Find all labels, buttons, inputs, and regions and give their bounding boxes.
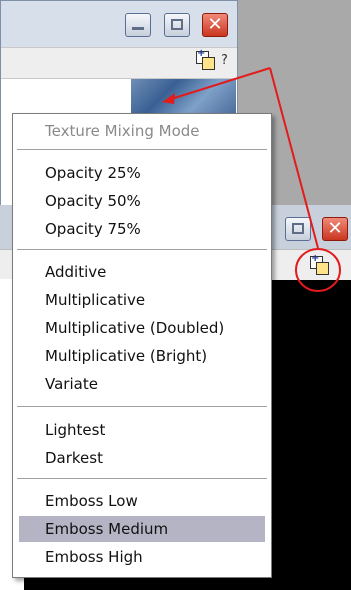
annotation-arrowhead <box>162 93 175 104</box>
menu-header: Texture Mixing Mode <box>45 122 200 140</box>
annotation-circle <box>295 248 341 292</box>
menu-item-additive[interactable]: Additive <box>19 259 265 285</box>
menu-separator <box>17 149 267 151</box>
menu-item-opacity-75[interactable]: Opacity 75% <box>19 216 265 242</box>
menu-item-opacity-25[interactable]: Opacity 25% <box>19 160 265 186</box>
menu-item-opacity-50[interactable]: Opacity 50% <box>19 188 265 214</box>
menu-item-lightest[interactable]: Lightest <box>19 417 265 443</box>
texture-mixing-menu: Texture Mixing Mode Opacity 25% Opacity … <box>12 113 272 578</box>
menu-item-variate[interactable]: Variate <box>19 371 265 397</box>
menu-item-emboss-medium[interactable]: Emboss Medium <box>19 516 265 542</box>
menu-separator <box>17 249 267 251</box>
menu-separator <box>17 478 267 480</box>
menu-item-multiplicative-doubled[interactable]: Multiplicative (Doubled) <box>19 315 265 341</box>
menu-item-emboss-high[interactable]: Emboss High <box>19 544 265 570</box>
menu-item-multiplicative-bright[interactable]: Multiplicative (Bright) <box>19 343 265 369</box>
annotation-arrow-line <box>167 67 271 101</box>
annotation-connector-line <box>269 67 319 249</box>
menu-item-emboss-low[interactable]: Emboss Low <box>19 488 265 514</box>
menu-item-multiplicative[interactable]: Multiplicative <box>19 287 265 313</box>
menu-separator <box>17 406 267 408</box>
menu-item-darkest[interactable]: Darkest <box>19 445 265 471</box>
